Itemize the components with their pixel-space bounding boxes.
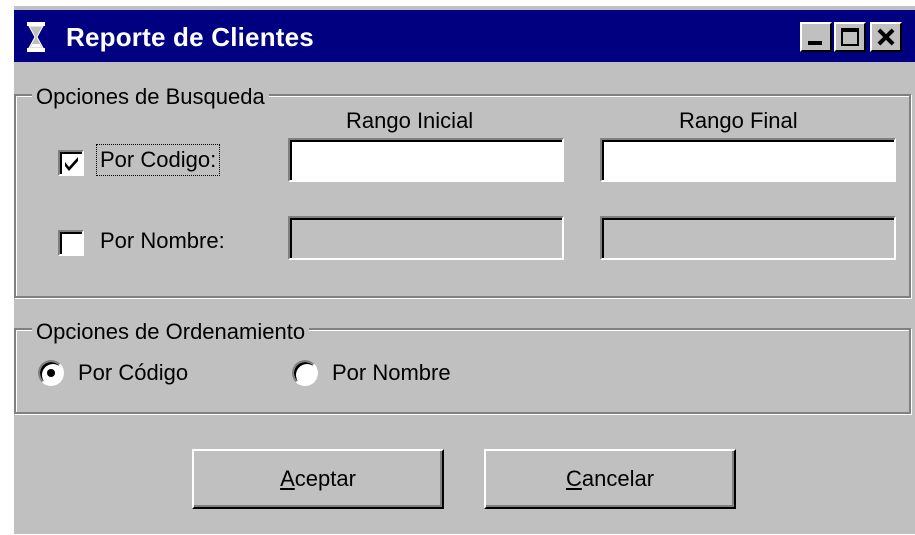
code-final-range-input[interactable]	[600, 138, 896, 182]
order-by-code-label[interactable]: Por Código	[78, 360, 188, 386]
accept-label-rest: ceptar	[294, 466, 356, 491]
title-bar[interactable]: Reporte de Clientes	[14, 10, 915, 62]
by-name-checkbox[interactable]	[58, 230, 84, 256]
accept-accelerator: A	[280, 466, 295, 491]
order-by-name-radio[interactable]	[292, 360, 318, 386]
initial-range-header: Rango Inicial	[346, 108, 474, 133]
order-options-legend: Opciones de Ordenamiento	[32, 319, 310, 345]
by-code-label[interactable]: Por Codigo:	[96, 144, 221, 176]
checkmark-icon	[65, 157, 78, 171]
minimize-icon[interactable]	[800, 22, 832, 52]
by-code-checkbox[interactable]	[58, 150, 84, 176]
name-initial-range-input[interactable]	[288, 216, 564, 260]
by-name-label[interactable]: Por Nombre:	[100, 228, 225, 254]
code-initial-range-input[interactable]	[288, 138, 564, 182]
accept-button[interactable]: Aceptar	[192, 449, 444, 509]
maximize-icon[interactable]	[834, 22, 866, 52]
order-by-name-label[interactable]: Por Nombre	[332, 360, 451, 386]
radio-selected-dot	[47, 369, 55, 377]
cancel-button[interactable]: Cancelar	[484, 449, 736, 509]
name-final-range-input[interactable]	[600, 216, 896, 260]
search-options-legend: Opciones de Busqueda	[32, 84, 269, 110]
close-icon[interactable]	[870, 22, 902, 52]
hourglass-icon	[27, 22, 45, 52]
order-by-code-radio[interactable]	[38, 360, 64, 386]
cancel-label-rest: ancelar	[581, 466, 655, 491]
cancel-accelerator: C	[565, 466, 582, 491]
window-title: Reporte de Clientes	[66, 22, 314, 52]
final-range-header: Rango Final	[679, 108, 798, 133]
report-dialog: Reporte de Clientes Opciones de Busqueda…	[14, 6, 915, 534]
